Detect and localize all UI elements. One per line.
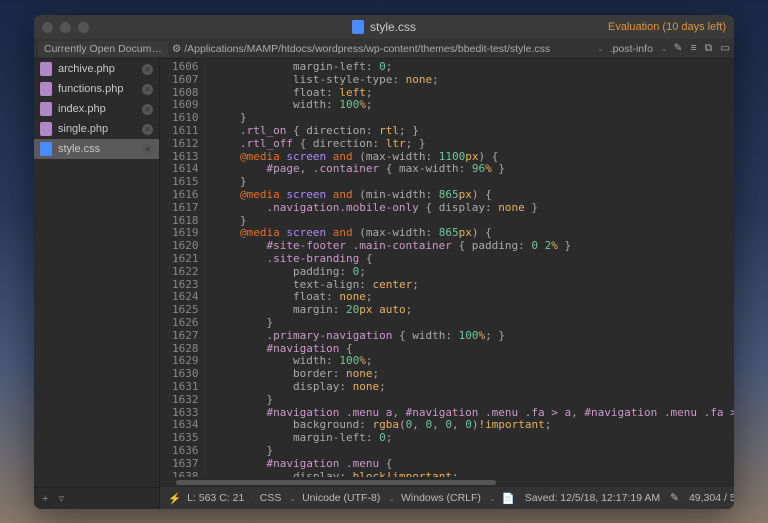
line-number[interactable]: 1626 <box>172 317 199 330</box>
file-item[interactable]: functions.php × <box>34 79 159 99</box>
main-body: archive.php×functions.php×index.php×sing… <box>34 59 734 509</box>
line-number[interactable]: 1627 <box>172 330 199 343</box>
file-name: functions.php <box>58 83 123 95</box>
gear-icon[interactable]: ⚙ <box>172 43 181 55</box>
file-icon <box>352 20 364 34</box>
code-line[interactable]: #page, .container { max-width: 96% } <box>214 163 735 176</box>
code-content[interactable]: margin-left: 0; list-style-type: none; f… <box>206 59 735 477</box>
file-name: archive.php <box>58 63 115 75</box>
language-mode[interactable]: CSS <box>260 492 282 504</box>
folder-icon[interactable]: ▿ <box>58 492 64 505</box>
toolbar-icons: ✎ ≡ ⧉ ▭ <box>674 42 730 55</box>
line-endings[interactable]: Windows (CRLF) <box>401 492 481 504</box>
status-bar: ⚡ L: 563 C: 21 · CSS ⌄ Unicode (UTF-8) ⌄… <box>160 487 734 509</box>
symbol-chevron-icon[interactable]: ⌄ <box>661 44 668 53</box>
lightning-icon[interactable]: ⚡ <box>168 492 181 505</box>
open-docs-label[interactable]: Currently Open Docum… <box>38 41 168 57</box>
editor-pane: 16061607160816091610161116121613▾1614161… <box>160 59 734 509</box>
doc-stats: 49,304 / 5,836 / 1… <box>689 492 734 504</box>
file-item[interactable]: index.php × <box>34 99 159 119</box>
file-type-icon <box>40 102 52 116</box>
cursor-position[interactable]: L: 563 C: 21 <box>187 492 244 504</box>
symbol-nav[interactable]: .post-info <box>610 43 653 55</box>
close-file-icon[interactable]: × <box>142 84 153 95</box>
file-path[interactable]: /Applications/MAMP/htdocs/wordpress/wp-c… <box>184 43 595 55</box>
line-number[interactable]: 1636 <box>172 445 199 458</box>
line-number[interactable]: 1621▾ <box>172 253 199 266</box>
line-number[interactable]: 1630 <box>172 368 199 381</box>
close-file-icon[interactable]: × <box>142 64 153 75</box>
file-type-icon <box>40 122 52 136</box>
evaluation-notice[interactable]: Evaluation (10 days left) <box>608 21 726 33</box>
close-file-icon[interactable]: × <box>142 144 153 155</box>
add-icon[interactable]: + <box>42 493 48 505</box>
file-type-icon <box>40 142 52 156</box>
file-name: style.css <box>58 143 100 155</box>
file-item[interactable]: single.php × <box>34 119 159 139</box>
file-type-icon <box>40 82 52 96</box>
code-line[interactable]: .navigation.mobile-only { display: none … <box>214 202 735 215</box>
code-line[interactable]: margin-left: 0; <box>214 432 735 445</box>
pencil-icon[interactable]: ✎ <box>674 42 683 55</box>
path-chevron-icon[interactable]: ⌄ <box>597 44 604 53</box>
editor-window: style.css Evaluation (10 days left) Curr… <box>34 15 734 509</box>
line-gutter[interactable]: 16061607160816091610161116121613▾1614161… <box>160 59 206 477</box>
titlebar[interactable]: style.css Evaluation (10 days left) <box>34 15 734 39</box>
list-icon[interactable]: ≡ <box>690 42 696 55</box>
sidebar-footer: + ▿ <box>34 487 159 509</box>
line-number[interactable]: 1606 <box>172 61 199 74</box>
sidebar: archive.php×functions.php×index.php×sing… <box>34 59 160 509</box>
traffic-lights <box>42 22 89 33</box>
fold-arrow-icon[interactable]: ▾ <box>174 253 179 266</box>
minimize-icon[interactable] <box>60 22 71 33</box>
fold-arrow-icon[interactable]: ▾ <box>174 189 179 202</box>
encoding[interactable]: Unicode (UTF-8) <box>302 492 380 504</box>
window-title: style.css <box>352 20 416 34</box>
line-number[interactable]: 1611 <box>172 125 199 138</box>
file-item[interactable]: style.css × <box>34 139 159 159</box>
book-icon[interactable]: ▭ <box>720 42 730 55</box>
line-number[interactable]: 1622 <box>172 266 199 279</box>
line-number[interactable]: 1607 <box>172 74 199 87</box>
file-item[interactable]: archive.php × <box>34 59 159 79</box>
saved-time: Saved: 12/5/18, 12:17:19 AM <box>525 492 660 504</box>
close-file-icon[interactable]: × <box>142 104 153 115</box>
doc-icon[interactable]: 📄 <box>502 492 515 505</box>
line-number[interactable]: 1631 <box>172 381 199 394</box>
line-number[interactable]: 1616▾ <box>172 189 199 202</box>
file-name: index.php <box>58 103 106 115</box>
close-icon[interactable] <box>42 22 53 33</box>
file-list: archive.php×functions.php×index.php×sing… <box>34 59 159 487</box>
code-area[interactable]: 16061607160816091610161116121613▾1614161… <box>160 59 734 477</box>
zoom-icon[interactable] <box>78 22 89 33</box>
line-number[interactable]: 1617 <box>172 202 199 215</box>
line-number[interactable]: 1612 <box>172 138 199 151</box>
fold-arrow-icon[interactable]: ▾ <box>174 458 179 471</box>
file-type-icon <box>40 62 52 76</box>
code-line[interactable]: display: none; <box>214 381 735 394</box>
line-number[interactable]: 1632 <box>172 394 199 407</box>
path-toolbar: Currently Open Docum… ⚙ /Applications/MA… <box>34 39 734 59</box>
file-name: single.php <box>58 123 108 135</box>
code-line[interactable]: width: 100%; <box>214 99 735 112</box>
title-text: style.css <box>370 20 416 34</box>
pencil-small-icon[interactable]: ✎ <box>670 492 679 504</box>
horizontal-scrollbar[interactable] <box>160 477 734 487</box>
close-file-icon[interactable]: × <box>142 124 153 135</box>
code-line[interactable]: margin: 20px auto; <box>214 304 735 317</box>
line-number[interactable]: 1635 <box>172 432 199 445</box>
line-number[interactable]: 1637▾ <box>172 458 199 471</box>
counter-icon[interactable]: ⧉ <box>705 42 713 55</box>
